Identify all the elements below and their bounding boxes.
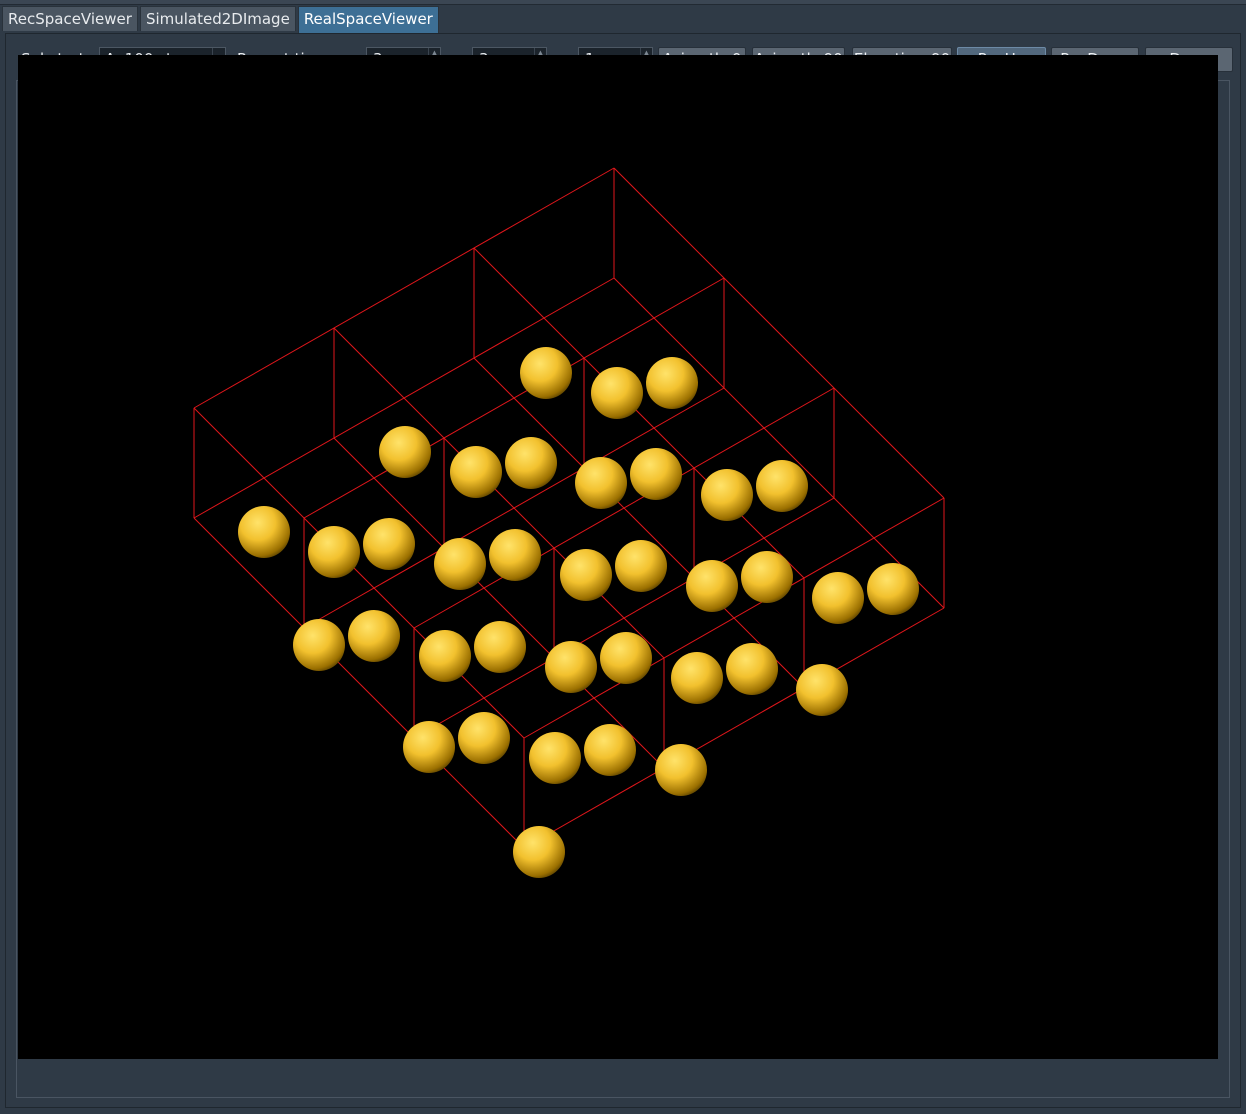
box-edge-7 — [613, 167, 945, 499]
gold-atom-2 — [591, 367, 643, 419]
gold-atom-6 — [630, 448, 682, 500]
gold-atom-18 — [686, 560, 738, 612]
box-edge-6 — [473, 247, 805, 579]
gold-atom-35 — [513, 826, 565, 878]
gold-atom-24 — [419, 630, 471, 682]
tab-recspaceviewer[interactable]: RecSpaceViewer — [2, 6, 138, 31]
real-space-3d-viewport[interactable] — [18, 55, 1218, 1059]
atom-spheres — [238, 347, 919, 878]
gold-atom-17 — [741, 551, 793, 603]
gold-atom-20 — [812, 572, 864, 624]
gold-atom-21 — [348, 610, 400, 662]
gold-atom-3 — [379, 426, 431, 478]
gold-atom-0 — [520, 347, 572, 399]
gold-atom-4 — [505, 437, 557, 489]
gold-atom-29 — [796, 664, 848, 716]
gold-atom-13 — [489, 529, 541, 581]
gold-atom-26 — [545, 641, 597, 693]
gold-atom-34 — [655, 744, 707, 796]
window-top-edge — [0, 0, 1246, 5]
box-edge-9 — [303, 387, 725, 629]
gold-atom-12 — [308, 526, 360, 578]
gold-atom-8 — [756, 460, 808, 512]
gold-atom-9 — [701, 469, 753, 521]
gold-atom-28 — [671, 652, 723, 704]
gold-atom-14 — [434, 538, 486, 590]
tab-realspaceviewer[interactable]: RealSpaceViewer — [297, 6, 439, 33]
gold-atom-19 — [867, 563, 919, 615]
gold-atom-10 — [238, 506, 290, 558]
gold-atom-31 — [403, 721, 455, 773]
box-edge-11 — [523, 607, 945, 849]
gold-atom-11 — [363, 518, 415, 570]
gold-atom-23 — [474, 621, 526, 673]
gold-atom-15 — [615, 540, 667, 592]
gold-atom-16 — [560, 549, 612, 601]
gold-atom-30 — [458, 712, 510, 764]
gold-atom-7 — [575, 457, 627, 509]
gold-atom-1 — [646, 357, 698, 409]
gold-atom-27 — [726, 643, 778, 695]
tab-bar: RecSpaceViewer Simulated2DImage RealSpac… — [2, 6, 439, 33]
gold-atom-5 — [450, 446, 502, 498]
gold-atom-32 — [584, 724, 636, 776]
tab-simulated2dimage[interactable]: Simulated2DImage — [139, 6, 296, 31]
gold-atom-25 — [600, 632, 652, 684]
gold-atom-33 — [529, 732, 581, 784]
box-edge-10 — [413, 497, 835, 739]
gold-atom-22 — [293, 619, 345, 671]
lattice-scene — [193, 167, 945, 878]
